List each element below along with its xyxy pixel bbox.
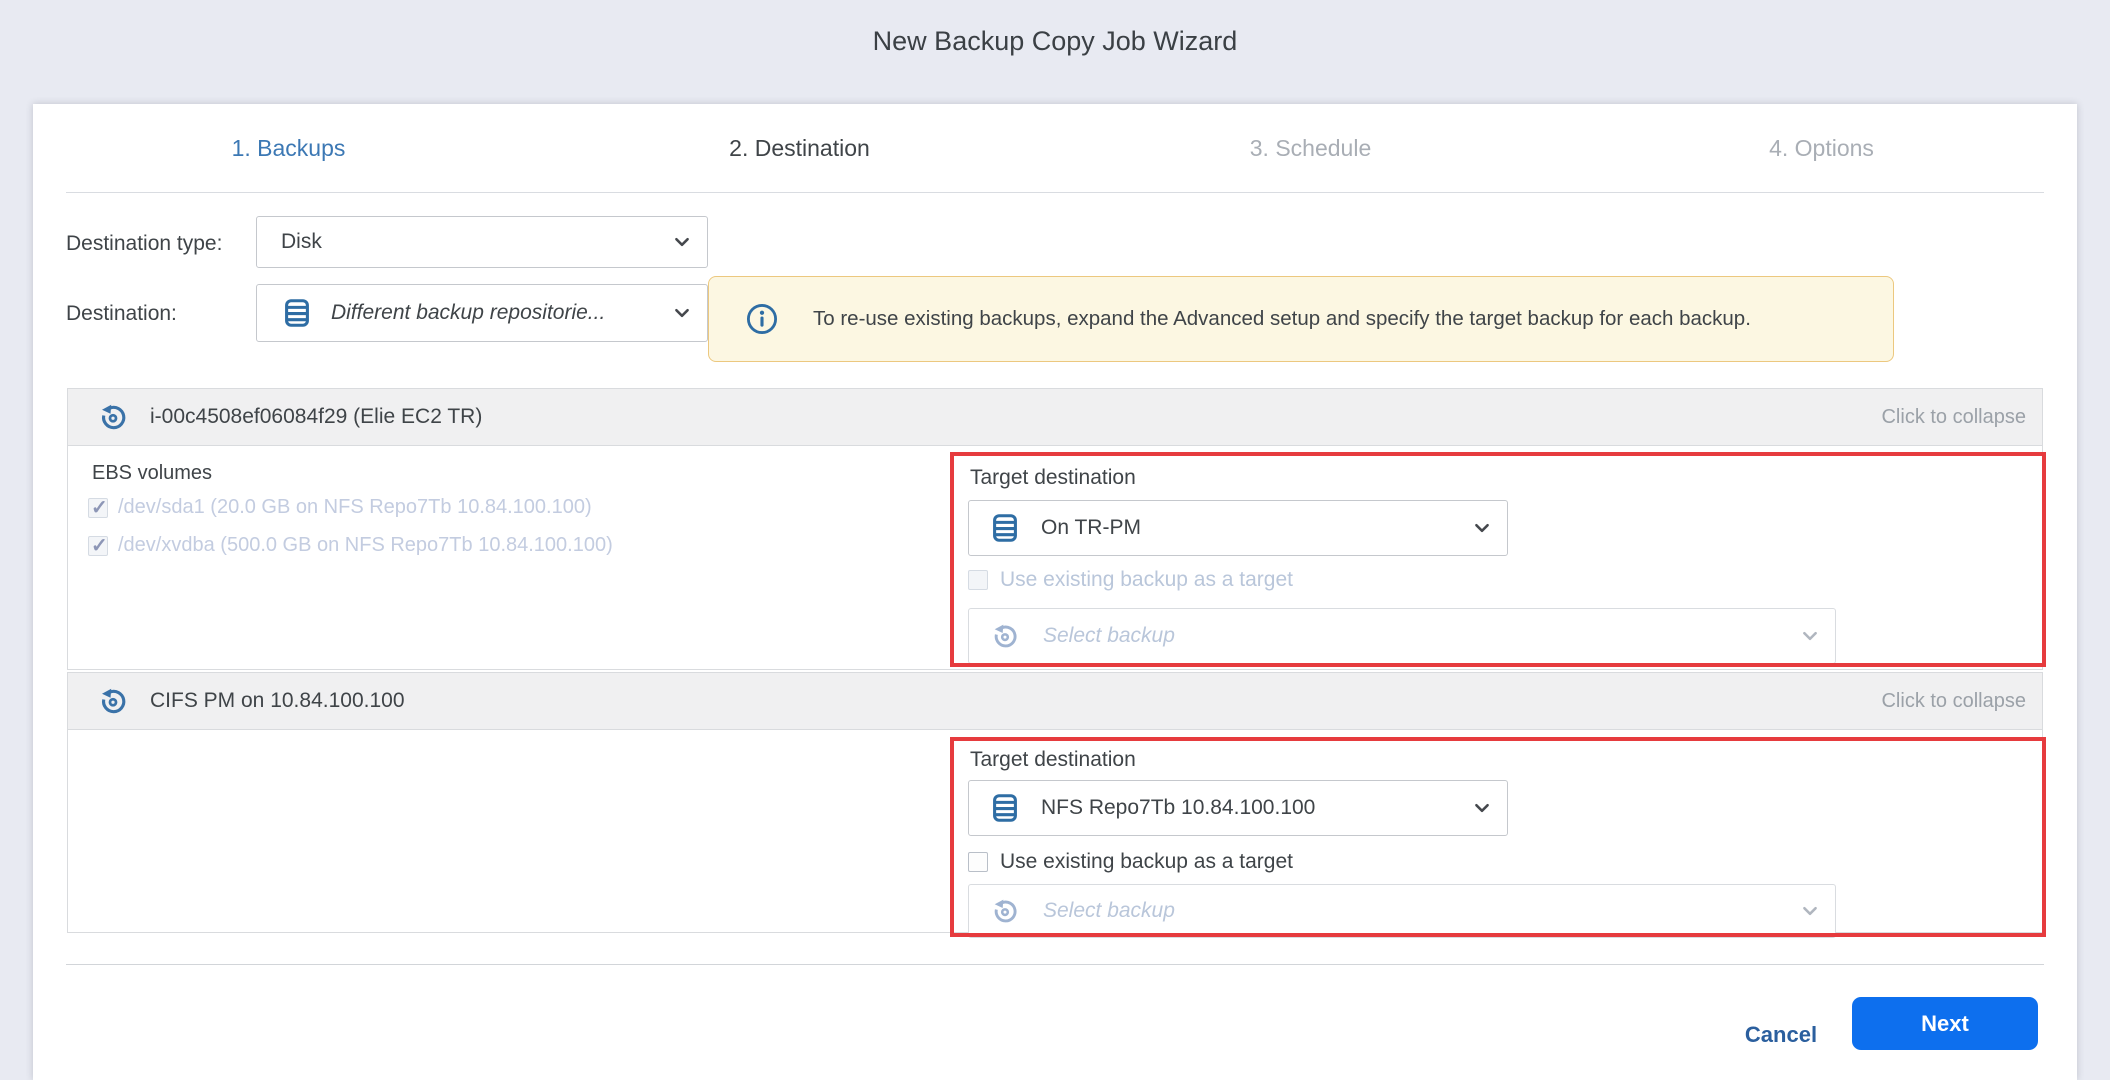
target-destination-value-1: On TR-PM [1041,516,1141,540]
volume-label: /dev/xvdba (500.0 GB on NFS Repo7Tb 10.8… [118,534,613,557]
select-backup-dropdown-1: Select backup [968,608,1836,664]
database-icon [989,792,1021,824]
volume-row: /dev/xvdba (500.0 GB on NFS Repo7Tb 10.8… [88,534,613,557]
database-icon [281,297,313,329]
step-destination[interactable]: 2. Destination [544,135,1055,162]
chevron-down-icon [1801,902,1819,920]
use-existing-backup-row-1: Use existing backup as a target [968,568,1293,592]
steps-divider [66,192,2044,193]
section-2-title: CIFS PM on 10.84.100.100 [150,689,405,713]
backup-history-icon [98,686,128,716]
backup-history-icon [991,622,1019,650]
page-title: New Backup Copy Job Wizard [33,26,2077,57]
destination-dropdown[interactable]: Different backup repositorie... [256,284,708,342]
use-existing-backup-checkbox-2[interactable] [968,852,988,872]
section-2-collapse-hint[interactable]: Click to collapse [1881,690,2026,713]
chevron-down-icon [1473,799,1491,817]
chevron-down-icon [1801,627,1819,645]
target-destination-dropdown-1[interactable]: On TR-PM [968,500,1508,556]
section-1-header[interactable]: i-00c4508ef06084f29 (Elie EC2 TR) Click … [67,388,2043,446]
chevron-down-icon [673,233,691,251]
backup-history-icon [98,402,128,432]
select-backup-placeholder-1: Select backup [1043,624,1175,648]
destination-label: Destination: [66,302,177,326]
use-existing-backup-label-2: Use existing backup as a target [1000,850,1293,874]
volume-label: /dev/sda1 (20.0 GB on NFS Repo7Tb 10.84.… [118,496,592,519]
volume-checkbox [88,536,108,556]
target-destination-value-2: NFS Repo7Tb 10.84.100.100 [1041,796,1315,820]
section-1-collapse-hint[interactable]: Click to collapse [1881,406,2026,429]
target-destination-dropdown-2[interactable]: NFS Repo7Tb 10.84.100.100 [968,780,1508,836]
wizard-card: 1. Backups 2. Destination 3. Schedule 4.… [33,104,2077,1080]
destination-type-label: Destination type: [66,232,222,256]
chevron-down-icon [673,304,691,322]
destination-type-value: Disk [281,230,322,254]
target-destination-label-2: Target destination [970,748,1136,772]
destination-type-dropdown[interactable]: Disk [256,216,708,268]
use-existing-backup-row-2: Use existing backup as a target [968,850,1293,874]
footer-divider [66,964,2044,965]
database-icon [989,512,1021,544]
volume-row: /dev/sda1 (20.0 GB on NFS Repo7Tb 10.84.… [88,496,592,519]
next-button[interactable]: Next [1852,997,2038,1050]
cancel-button[interactable]: Cancel [1701,1009,1861,1061]
use-existing-backup-label-1: Use existing backup as a target [1000,568,1293,592]
chevron-down-icon [1473,519,1491,537]
step-backups[interactable]: 1. Backups [33,135,544,162]
step-options: 4. Options [1566,135,2077,162]
info-banner-text: To re-use existing backups, expand the A… [813,307,1751,331]
select-backup-dropdown-2: Select backup [968,884,1836,938]
section-1-title: i-00c4508ef06084f29 (Elie EC2 TR) [150,405,482,429]
info-icon [745,302,779,336]
target-destination-label-1: Target destination [970,466,1136,490]
volumes-title: EBS volumes [92,462,212,485]
wizard-steps: 1. Backups 2. Destination 3. Schedule 4.… [33,104,2077,192]
info-banner: To re-use existing backups, expand the A… [708,276,1894,362]
use-existing-backup-checkbox-1 [968,570,988,590]
select-backup-placeholder-2: Select backup [1043,899,1175,923]
backup-history-icon [991,897,1019,925]
step-schedule: 3. Schedule [1055,135,1566,162]
section-2-header[interactable]: CIFS PM on 10.84.100.100 Click to collap… [67,672,2043,730]
volume-checkbox [88,498,108,518]
destination-value: Different backup repositorie... [331,301,605,325]
